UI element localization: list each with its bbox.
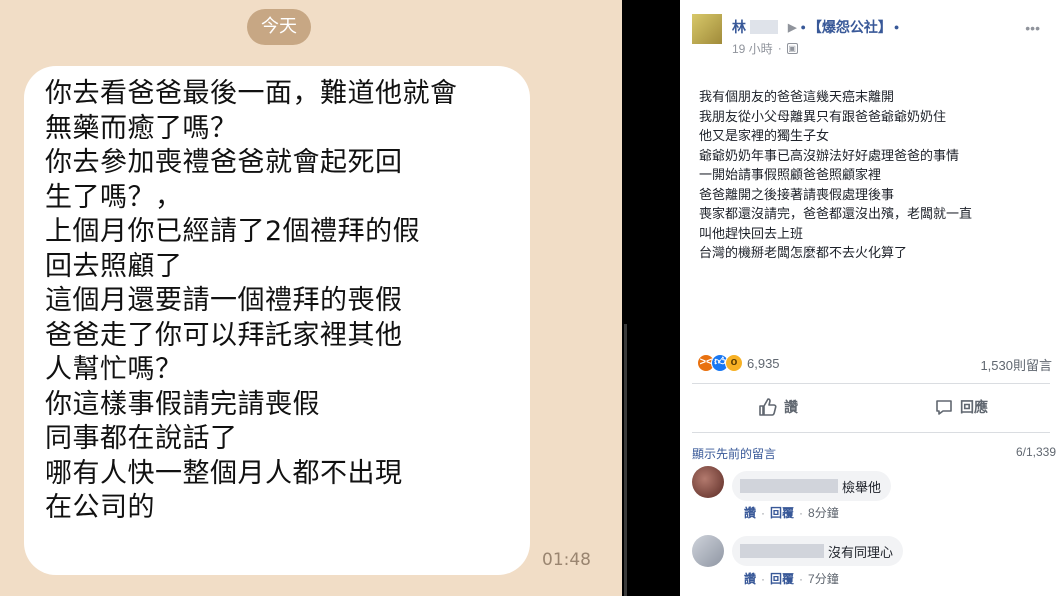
post-line: 一開始請事假照顧爸爸照顧家裡 [699,167,882,182]
reaction-summary[interactable]: ˃˂ 👍︎ o 6,935 [697,353,780,373]
message-line: 回去照顧了 [45,250,183,282]
separator-dot: · [799,505,804,520]
post-body: 我有個朋友的爸爸這幾天癌末離開 我朋友從小父母離異只有跟爸爸爺爺奶奶住 他又是家… [699,87,1049,263]
post-line: 台灣的機掰老闆怎麼都不去火化算了 [699,245,908,260]
like-button[interactable]: 讚 [758,395,798,419]
comment-bubble: 沒有同理心 [732,536,904,566]
post-line: 爸爸離開之後接著請喪假處理後事 [699,186,895,202]
comment-count[interactable]: 1,530則留言 [980,355,1052,374]
comment-actions: 讚 · 回覆 · 7分鐘 [744,570,839,587]
author-name[interactable]: 林 [732,17,746,37]
arrow-right-icon: ▶ [788,21,797,34]
chat-screenshot: 今天 你去看爸爸最後一面，難道他就會 無藥而癒了嗎？ 你去參加喪禮爸爸就會起死回… [0,0,622,596]
separator [692,432,1050,433]
view-previous-comments[interactable]: 顯示先前的留言 [692,445,776,462]
comment-reply-link[interactable]: 回覆 [770,504,794,521]
group-name[interactable]: 【爆怨公社】 [808,17,892,37]
comment-like-link[interactable]: 讚 [744,570,756,587]
message-line: 人幫忙嗎？ [45,354,183,385]
comment-time[interactable]: 7分鐘 [808,570,839,587]
message-time: 01:48 [542,550,591,570]
comment-actions: 讚 · 回覆 · 8分鐘 [744,504,839,521]
comments-shown-count: 6/1,339 [1015,445,1056,459]
message-line: 這個月還要請一個禮拜的喪假 [45,285,403,316]
like-thumb-icon [759,398,777,416]
comment-text: 沒有同理心 [828,544,894,560]
more-options-icon[interactable]: ••• [1025,20,1040,36]
comment-text: 檢舉他 [842,479,882,495]
message-line: 在公司的 [45,492,155,523]
commenter-avatar[interactable] [692,535,724,567]
globe-icon[interactable]: ▣ [786,42,798,54]
post-line: 他又是家裡的獨生子女 [699,128,830,143]
message-line: 你去看爸爸最後一面，難道他就會 [45,78,458,109]
panel-divider [622,0,680,596]
date-label: 今天 [247,9,311,45]
separator [692,383,1050,384]
separator-dot: · [799,571,804,586]
message-bubble: 你去看爸爸最後一面，難道他就會 無藥而癒了嗎？ 你去參加喪禮爸爸就會起死回 生了… [24,66,530,575]
comment-button[interactable]: 回應 [934,395,988,419]
comment-like-link[interactable]: 讚 [744,504,756,521]
comment-label: 回應 [960,399,988,415]
post-header: 林 ▶ ● 【爆怨公社】 ● [732,17,901,37]
post-line: 我有個朋友的爸爸這幾天癌末離開 [699,89,895,104]
divider-line [624,324,627,596]
message-line: 上個月你已經請了2個禮拜的假 [45,216,421,247]
message-line: 哪有人快一整個月人都不出現 [45,457,403,489]
author-avatar[interactable] [692,14,722,44]
post-time[interactable]: 19 小時 [732,40,773,57]
wow-reaction-icon: o [725,354,743,372]
message-line: 無藥而癒了嗎？ [45,112,238,144]
bullet-icon: ● [800,22,806,32]
message-line: 同事都在說話了 [45,423,238,454]
separator-dot: · [761,571,766,586]
separator-dot: · [761,505,766,520]
message-line: 你這樣事假請完請喪假 [45,388,320,420]
meta-separator: · [777,41,782,55]
message-line: 生了嗎？， [45,181,183,213]
message-line: 爸爸走了你可以拜託家裡其他 [45,319,403,351]
post-meta: 19 小時 · ▣ [732,40,798,56]
comment-time[interactable]: 8分鐘 [808,504,839,521]
author-name-blur [750,20,778,34]
post-line: 我朋友從小父母離異只有跟爸爸爺爺奶奶住 [699,108,947,124]
post-line: 叫他趕快回去上班 [699,225,804,241]
reaction-count: 6,935 [747,355,780,371]
comment-reply-link[interactable]: 回覆 [770,570,794,587]
commenter-name-blur[interactable] [740,544,824,558]
message-line: 你去參加喪禮爸爸就會起死回 [45,147,403,178]
facebook-post: 林 ▶ ● 【爆怨公社】 ● 19 小時 · ▣ ••• 我有個朋友的爸爸這幾天… [680,0,1060,596]
commenter-name-blur[interactable] [740,479,838,493]
comment-bubble: 檢舉他 [732,471,892,501]
comment-speech-icon [936,400,952,415]
post-line: 爺爺奶奶年事已高沒辦法好好處理爸爸的事情 [699,147,960,163]
post-line: 喪家都還沒請完，爸爸都還沒出殯，老闆就一直 [699,206,973,221]
like-label: 讚 [784,399,798,415]
bullet-icon: ● [893,22,900,32]
commenter-avatar[interactable] [692,466,724,498]
